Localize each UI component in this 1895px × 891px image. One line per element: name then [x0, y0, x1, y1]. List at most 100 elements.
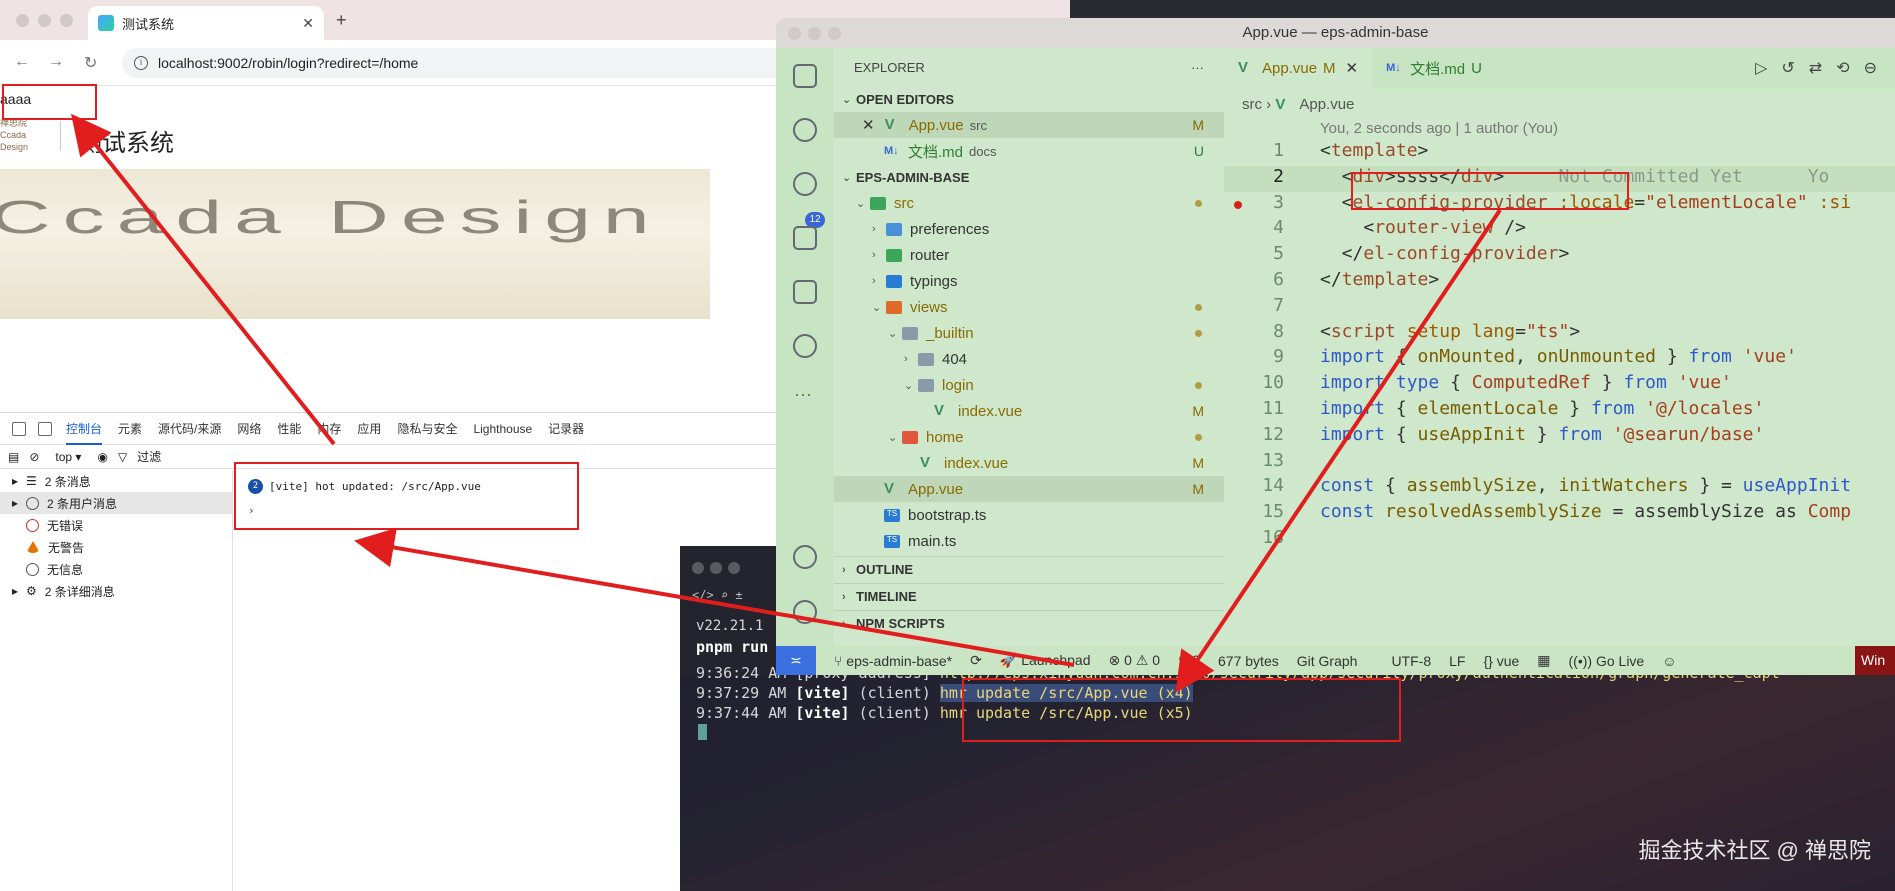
- tree-item-router[interactable]: › router: [834, 242, 1224, 268]
- extensions-icon[interactable]: [793, 280, 817, 304]
- tree-item-login-index[interactable]: Vindex.vue M: [834, 398, 1224, 424]
- breadcrumb[interactable]: src › V App.vue: [1242, 96, 1354, 113]
- open-editors-section[interactable]: ⌄ OPEN EDITORS: [834, 86, 1224, 112]
- terminal-toolbar-icons[interactable]: </> ⌕ ±: [692, 588, 743, 602]
- devtools-tab-recorder[interactable]: 记录器: [548, 420, 584, 437]
- search-icon[interactable]: [793, 118, 817, 142]
- sync-icon[interactable]: ⟳: [970, 652, 982, 669]
- terminal-node-version: v22.21.1: [696, 618, 764, 634]
- devtools-tab-elements[interactable]: 元素: [118, 420, 142, 437]
- folder-icon: [886, 248, 902, 262]
- sidebar-item-info[interactable]: 无信息: [0, 558, 232, 580]
- tree-item-preferences[interactable]: › preferences: [834, 216, 1224, 242]
- explorer-icon[interactable]: [793, 64, 817, 88]
- remote-explorer-icon[interactable]: [793, 334, 817, 358]
- more-icon[interactable]: ···: [794, 384, 812, 405]
- vscode-maximize-button[interactable]: [828, 27, 841, 40]
- forward-icon[interactable]: →: [48, 53, 64, 71]
- git-branch[interactable]: ⑂ eps-admin-base*: [834, 653, 952, 669]
- sidebar-item-user-messages[interactable]: ▸ 2 条用户消息: [0, 492, 232, 514]
- terminal-minimize-button[interactable]: [710, 562, 722, 574]
- language-mode-item[interactable]: {} vue: [1483, 653, 1519, 669]
- editor-tab-doc-md[interactable]: M↓ 文档.md U: [1372, 48, 1496, 88]
- maximize-window-button[interactable]: [60, 14, 73, 27]
- devtools-tab-application[interactable]: 应用: [357, 420, 381, 437]
- close-window-button[interactable]: [16, 14, 29, 27]
- devtools-tab-privacy[interactable]: 隐私与安全: [397, 420, 457, 437]
- device-toolbar-icon[interactable]: [38, 421, 52, 436]
- tree-item-main[interactable]: TS main.ts: [834, 528, 1224, 554]
- sidebar-item-errors[interactable]: 无错误: [0, 514, 232, 536]
- win-item[interactable]: Win: [1855, 646, 1895, 675]
- open-editor-item[interactable]: M↓ 文档.md docs U: [834, 138, 1224, 164]
- sidebar-item-verbose[interactable]: ▸ ⚙ 2 条详细消息: [0, 580, 232, 602]
- vscode-minimize-button[interactable]: [808, 27, 821, 40]
- clear-console-icon[interactable]: ⊘: [29, 450, 39, 464]
- git-graph-item[interactable]: Git Graph: [1297, 653, 1358, 669]
- new-tab-icon[interactable]: +: [336, 10, 347, 31]
- tab-title: 测试系统: [122, 16, 175, 32]
- source-control-icon[interactable]: [793, 172, 817, 196]
- run-debug-icon[interactable]: [793, 226, 817, 250]
- outline-section[interactable]: › OUTLINE: [834, 556, 1224, 582]
- filter-input[interactable]: 过滤: [137, 448, 161, 465]
- vscode-close-button[interactable]: [788, 27, 801, 40]
- tree-item-home-index[interactable]: Vindex.vue M: [834, 450, 1224, 476]
- terminal-maximize-button[interactable]: [728, 562, 740, 574]
- sidebar-toggle-icon[interactable]: ▤: [8, 450, 19, 464]
- encoding-item[interactable]: UTF-8: [1391, 653, 1431, 669]
- devtools-tab-memory[interactable]: 内存: [317, 420, 341, 437]
- site-info-icon[interactable]: i: [134, 56, 148, 70]
- npm-scripts-section[interactable]: › NPM SCRIPTS: [834, 610, 1224, 636]
- browser-tab-active[interactable]: 测试系统 ✕: [88, 6, 324, 40]
- close-icon[interactable]: ✕: [1346, 59, 1359, 77]
- sidebar-item-messages[interactable]: ▸ ☰ 2 条消息: [0, 470, 232, 492]
- tree-item-login[interactable]: ⌄ login: [834, 372, 1224, 398]
- explorer-more-icon[interactable]: ···: [1191, 60, 1204, 75]
- code-line: import { useAppInit } from '@searun/base…: [1320, 423, 1765, 445]
- open-editor-item[interactable]: ✕ V App.vue src M: [834, 112, 1224, 138]
- devtools-tab-console[interactable]: 控制台: [66, 420, 103, 445]
- editor-actions-icons[interactable]: ▷↺⇄⟲⊖: [1755, 58, 1895, 78]
- tree-item-home[interactable]: ⌄ home: [834, 424, 1224, 450]
- problems-item[interactable]: ⊗ 0 ⚠ 0: [1109, 652, 1161, 669]
- terminal-close-button[interactable]: [692, 562, 704, 574]
- devtools-tab-network[interactable]: 网络: [237, 420, 261, 437]
- folder-icon: [918, 352, 934, 366]
- copilot-icon[interactable]: ☺: [1662, 653, 1676, 669]
- back-icon[interactable]: ←: [14, 53, 30, 71]
- reload-icon[interactable]: ↻: [84, 53, 97, 73]
- tree-item-404[interactable]: › 404: [834, 346, 1224, 372]
- tree-item-typings[interactable]: › typings: [834, 268, 1224, 294]
- tree-item-builtin[interactable]: ⌄ _builtin: [834, 320, 1224, 346]
- tree-item-app-vue[interactable]: V App.vue M: [834, 476, 1224, 502]
- ports-item[interactable]: ⚲ 0: [1178, 652, 1200, 669]
- close-tab-icon[interactable]: ✕: [302, 15, 314, 32]
- filter-icon: ▽: [117, 449, 128, 464]
- timeline-section[interactable]: › TIMELINE: [834, 583, 1224, 609]
- devtools-tab-performance[interactable]: 性能: [277, 420, 301, 437]
- tree-item-bootstrap[interactable]: TS bootstrap.ts: [834, 502, 1224, 528]
- prettier-icon[interactable]: ▦: [1537, 652, 1550, 669]
- eol-item[interactable]: LF: [1449, 653, 1465, 669]
- tree-item-src[interactable]: ⌄ src: [834, 190, 1224, 216]
- launchpad-item[interactable]: 🚀 Launchpad: [1000, 652, 1091, 669]
- accounts-icon[interactable]: [793, 545, 817, 569]
- close-icon[interactable]: ✕: [862, 116, 875, 134]
- devtools-tab-lighthouse[interactable]: Lighthouse: [473, 422, 532, 436]
- live-expression-icon[interactable]: ◉: [97, 450, 107, 464]
- devtools-tab-sources[interactable]: 源代码/来源: [158, 420, 221, 437]
- go-live-item[interactable]: ((•)) Go Live: [1569, 653, 1645, 669]
- tree-item-views[interactable]: ⌄ views: [834, 294, 1224, 320]
- settings-gear-icon[interactable]: [793, 600, 817, 624]
- minimize-window-button[interactable]: [38, 14, 51, 27]
- project-section[interactable]: ⌄ EPS-ADMIN-BASE: [834, 164, 1224, 190]
- remote-indicator-icon[interactable]: ≍: [776, 646, 816, 675]
- breakpoint-dot[interactable]: [1234, 200, 1242, 209]
- url-text: localhost:9002/robin/login?redirect=/hom…: [158, 55, 419, 71]
- editor-tab-app-vue[interactable]: V App.vue M ✕: [1224, 48, 1373, 88]
- sidebar-item-warnings[interactable]: 无警告: [0, 536, 232, 558]
- codelens-blame[interactable]: You, 2 seconds ago | 1 author (You): [1320, 120, 1558, 137]
- inspect-element-icon[interactable]: [12, 421, 26, 436]
- context-select[interactable]: top ▾: [49, 450, 87, 464]
